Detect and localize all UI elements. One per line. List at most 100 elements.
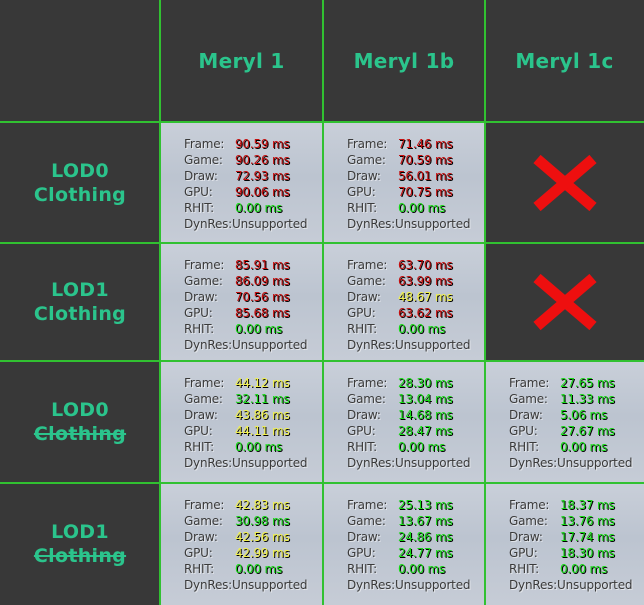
stat-label: Frame: <box>184 498 225 512</box>
stat-row-draw: Draw: 24.86 ms <box>347 529 470 545</box>
stats-cell: Frame: 18.37 ms Game: 13.76 ms Draw: 17.74 ms… <box>485 483 644 605</box>
stat-value-draw: 70.56 ms <box>235 290 290 304</box>
row-header-line2: Clothing <box>33 183 127 206</box>
stat-label: RHIT: <box>347 201 377 215</box>
stat-value-gpu: 42.99 ms <box>235 546 290 560</box>
stat-row-game: Game: 63.99 ms <box>347 273 470 289</box>
stat-label: Game: <box>184 274 223 288</box>
stat-row-game: Game: 32.11 ms <box>184 391 307 407</box>
stat-value-frame: 63.70 ms <box>398 258 453 272</box>
stat-value-frame: 28.30 ms <box>398 376 453 390</box>
stat-row-dynres: DynRes:Unsupported <box>347 337 470 353</box>
stat-value-draw: 24.86 ms <box>398 530 453 544</box>
stat-value-dynres: Unsupported <box>232 217 308 231</box>
red-x-icon <box>532 273 597 331</box>
stat-value-draw: 48.67 ms <box>398 290 453 304</box>
stat-row-gpu: GPU: 42.99 ms <box>184 545 307 561</box>
stat-label: Frame: <box>347 258 388 272</box>
stat-value-dynres: Unsupported <box>232 578 308 592</box>
stat-label: RHIT: <box>509 440 539 454</box>
stat-value-draw: 5.06 ms <box>560 408 608 422</box>
stat-label: Frame: <box>184 376 225 390</box>
stat-value-gpu: 70.75 ms <box>398 185 453 199</box>
stat-label: RHIT: <box>184 201 214 215</box>
stat-row-rhit: RHIT: 0.00 ms <box>184 200 307 216</box>
stat-label: GPU: <box>347 185 376 199</box>
stat-row-draw: Draw: 14.68 ms <box>347 407 470 423</box>
stat-row-draw: Draw: 17.74 ms <box>509 529 632 545</box>
stat-value-gpu: 18.30 ms <box>560 546 615 560</box>
corner-cell <box>0 0 160 122</box>
column-header: Meryl 1b <box>353 49 455 73</box>
stat-row-rhit: RHIT: 0.00 ms <box>509 561 632 577</box>
stat-label: Draw: <box>184 408 218 422</box>
stat-label: Game: <box>184 514 223 528</box>
stat-label: DynRes: <box>509 456 558 470</box>
stat-label: Draw: <box>347 408 381 422</box>
stat-value-draw: 72.93 ms <box>235 169 290 183</box>
stats-readout: Frame: 85.91 ms Game: 86.09 ms Draw: 70.56 ms… <box>184 257 307 353</box>
stat-row-frame: Frame: 25.13 ms <box>347 497 470 513</box>
stat-label: DynRes: <box>184 456 233 470</box>
row-header-line2: Clothing <box>33 545 127 567</box>
stat-label: Draw: <box>347 169 381 183</box>
stat-label: Game: <box>347 514 386 528</box>
stat-row-frame: Frame: 90.59 ms <box>184 136 307 152</box>
stats-cell: Frame: 85.91 ms Game: 86.09 ms Draw: 70.56 ms… <box>160 243 323 361</box>
stat-label: DynRes: <box>347 338 396 352</box>
stat-label: DynRes: <box>184 217 233 231</box>
row-header-line2: Clothing <box>33 303 127 325</box>
stat-row-dynres: DynRes:Unsupported <box>347 577 470 593</box>
stat-value-gpu: 27.67 ms <box>560 424 615 438</box>
stat-label: GPU: <box>184 306 213 320</box>
stat-value-frame: 25.13 ms <box>398 498 453 512</box>
stat-label: RHIT: <box>347 322 377 336</box>
stat-value-dynres: Unsupported <box>395 578 471 592</box>
row-header: LOD1 Clothing <box>0 483 160 605</box>
stat-row-dynres: DynRes:Unsupported <box>184 216 307 232</box>
stat-value-rhit: 0.00 ms <box>235 562 283 576</box>
stat-value-frame: 27.65 ms <box>560 376 615 390</box>
stat-label: Frame: <box>184 137 225 151</box>
grid-divider-horizontal <box>0 482 644 484</box>
stat-row-draw: Draw: 70.56 ms <box>184 289 307 305</box>
stat-label: Frame: <box>347 376 388 390</box>
stat-value-game: 63.99 ms <box>398 274 453 288</box>
stat-value-dynres: Unsupported <box>395 456 471 470</box>
stat-row-draw: Draw: 5.06 ms <box>509 407 632 423</box>
stat-value-game: 13.67 ms <box>398 514 453 528</box>
stat-value-gpu: 44.11 ms <box>235 424 290 438</box>
stat-row-dynres: DynRes:Unsupported <box>347 455 470 471</box>
stats-readout: Frame: 25.13 ms Game: 13.67 ms Draw: 24.86 ms… <box>347 497 470 593</box>
stats-cell: Frame: 42.83 ms Game: 30.98 ms Draw: 42.56 ms… <box>160 483 323 605</box>
stat-label: GPU: <box>509 424 538 438</box>
stats-readout: Frame: 71.46 ms Game: 70.59 ms Draw: 56.01 ms… <box>347 136 470 232</box>
stat-value-gpu: 85.68 ms <box>235 306 290 320</box>
stat-row-frame: Frame: 18.37 ms <box>509 497 632 513</box>
stat-value-game: 90.26 ms <box>235 153 290 167</box>
stat-row-frame: Frame: 42.83 ms <box>184 497 307 513</box>
stat-row-dynres: DynRes:Unsupported <box>509 577 632 593</box>
stat-label: Frame: <box>347 498 388 512</box>
stat-label: Game: <box>509 392 548 406</box>
stat-row-rhit: RHIT: 0.00 ms <box>184 321 307 337</box>
stat-value-rhit: 0.00 ms <box>398 562 446 576</box>
stat-label: RHIT: <box>509 562 539 576</box>
stat-row-game: Game: 90.26 ms <box>184 152 307 168</box>
row-header-line1: LOD0 <box>51 399 109 421</box>
stat-label: Game: <box>184 153 223 167</box>
stats-readout: Frame: 42.83 ms Game: 30.98 ms Draw: 42.56 ms… <box>184 497 307 593</box>
stat-row-frame: Frame: 85.91 ms <box>184 257 307 273</box>
stat-value-game: 30.98 ms <box>235 514 290 528</box>
stat-row-draw: Draw: 72.93 ms <box>184 168 307 184</box>
row-header: LOD0 Clothing <box>0 122 160 243</box>
stat-value-gpu: 28.47 ms <box>398 424 453 438</box>
stat-value-gpu: 63.62 ms <box>398 306 453 320</box>
stat-row-draw: Draw: 43.86 ms <box>184 407 307 423</box>
row-header-line1: LOD1 <box>51 279 109 301</box>
stat-row-draw: Draw: 42.56 ms <box>184 529 307 545</box>
stat-label: DynRes: <box>347 578 396 592</box>
stat-row-rhit: RHIT: 0.00 ms <box>347 439 470 455</box>
stat-label: GPU: <box>347 546 376 560</box>
stat-row-dynres: DynRes:Unsupported <box>509 455 632 471</box>
